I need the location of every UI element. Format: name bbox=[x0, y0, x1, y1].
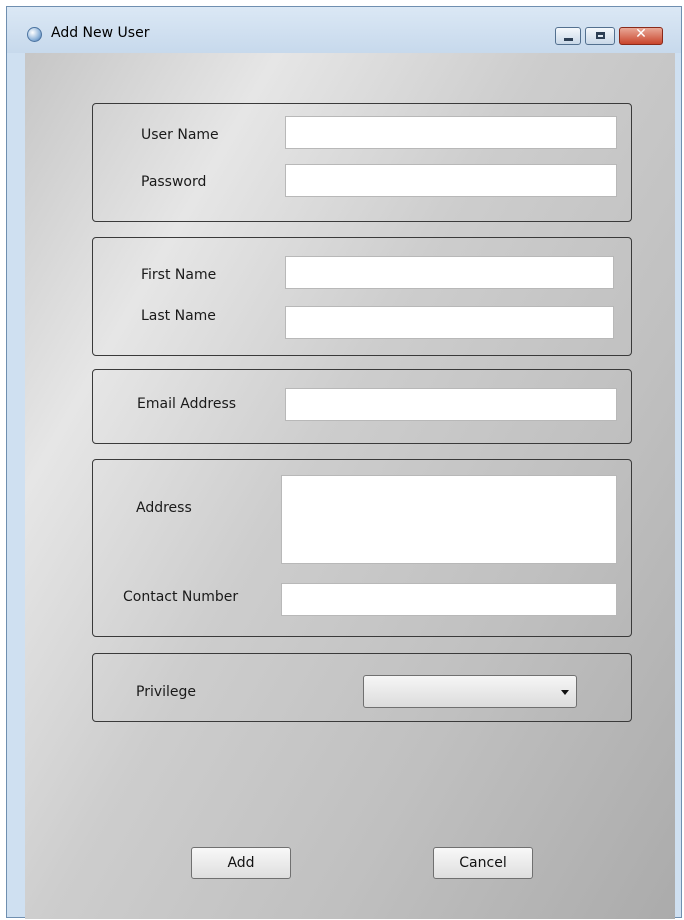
minimize-button[interactable] bbox=[555, 27, 581, 45]
chevron-down-icon bbox=[561, 690, 569, 695]
address-textarea[interactable] bbox=[281, 475, 617, 564]
account-group: User Name Password bbox=[92, 103, 632, 222]
email-label: Email Address bbox=[137, 396, 237, 412]
username-label: User Name bbox=[141, 127, 219, 143]
last-name-label: Last Name bbox=[141, 308, 216, 324]
last-name-input[interactable] bbox=[285, 306, 614, 339]
maximize-icon bbox=[596, 32, 605, 39]
add-new-user-window: Add New User ✕ User Name Password First … bbox=[6, 6, 682, 919]
privilege-group: Privilege bbox=[92, 653, 632, 722]
username-input[interactable] bbox=[285, 116, 617, 149]
first-name-label: First Name bbox=[141, 267, 217, 283]
contact-group: Address Contact Number bbox=[92, 459, 632, 637]
title-bar[interactable]: Add New User ✕ bbox=[7, 7, 681, 53]
app-icon bbox=[27, 27, 42, 42]
close-button[interactable]: ✕ bbox=[619, 26, 663, 45]
cancel-button[interactable]: Cancel bbox=[433, 847, 533, 879]
minimize-icon bbox=[564, 38, 573, 41]
form-area: User Name Password First Name Last Name … bbox=[25, 53, 675, 919]
privilege-dropdown[interactable] bbox=[363, 675, 577, 708]
password-label: Password bbox=[141, 174, 207, 190]
privilege-label: Privilege bbox=[136, 684, 197, 700]
close-icon: ✕ bbox=[635, 26, 647, 42]
contact-number-label: Contact Number bbox=[123, 589, 239, 605]
add-button[interactable]: Add bbox=[191, 847, 291, 879]
first-name-input[interactable] bbox=[285, 256, 614, 289]
address-label: Address bbox=[136, 500, 192, 516]
maximize-button[interactable] bbox=[585, 27, 615, 45]
contact-number-input[interactable] bbox=[281, 583, 617, 616]
name-group: First Name Last Name bbox=[92, 237, 632, 356]
email-group: Email Address bbox=[92, 369, 632, 444]
password-input[interactable] bbox=[285, 164, 617, 197]
email-input[interactable] bbox=[285, 388, 617, 421]
window-title: Add New User bbox=[51, 25, 150, 41]
